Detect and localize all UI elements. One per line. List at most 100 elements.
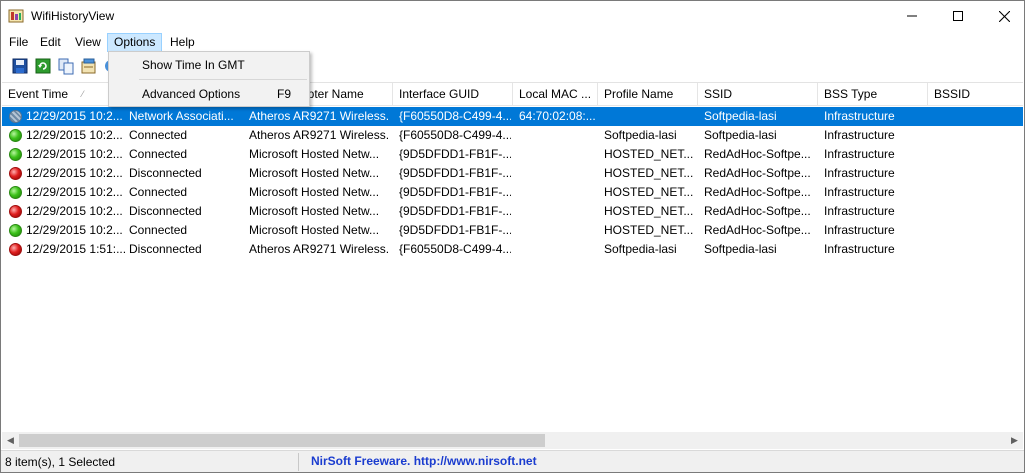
cell-ssid: RedAdHoc-Softpe... xyxy=(704,223,811,237)
cell-bssid xyxy=(934,145,1022,164)
column-header-bss-type[interactable]: BSS Type xyxy=(818,83,928,106)
scroll-right-icon[interactable]: ▶ xyxy=(1006,432,1023,449)
cell-profile-name: Softpedia-lasi xyxy=(604,128,677,142)
column-header-profile-name[interactable]: Profile Name xyxy=(598,83,698,106)
status-divider xyxy=(298,453,299,471)
menu-item-label: Advanced Options xyxy=(142,87,241,101)
table-row[interactable]: 12/29/2015 10:2... Network Associati... At… xyxy=(2,107,1023,126)
menu-bar: File Edit View Options Help xyxy=(1,32,1024,52)
cell-bss-type: Infrastructure xyxy=(824,185,895,199)
cell-event-type: Connected xyxy=(129,185,188,199)
options-dropdown-menu: Show Time In GMT Advanced Options F9 xyxy=(108,51,310,107)
cell-profile-name xyxy=(604,107,696,126)
cell-local-mac xyxy=(519,126,599,145)
app-window: WifiHistoryView File Edit View Options H… xyxy=(0,0,1025,473)
disconnected-status-icon xyxy=(9,167,22,180)
cell-profile-name: HOSTED_NET... xyxy=(604,223,694,237)
cell-profile-name: HOSTED_NET... xyxy=(604,147,694,161)
maximize-icon xyxy=(953,11,963,21)
cell-interface-guid: {9D5DFDD1-FB1F-... xyxy=(399,204,511,218)
cell-adapter-name: Microsoft Hosted Netw... xyxy=(249,166,380,180)
cell-bssid xyxy=(934,221,1022,240)
cell-event-time: 12/29/2015 10:2... xyxy=(26,223,123,237)
close-button[interactable] xyxy=(981,1,1025,31)
menu-options[interactable]: Options xyxy=(107,33,163,52)
title-bar[interactable]: WifiHistoryView xyxy=(1,1,1024,31)
cell-ssid: Softpedia-lasi xyxy=(704,242,777,256)
cell-event-type: Connected xyxy=(129,223,188,237)
cell-ssid: RedAdHoc-Softpe... xyxy=(704,166,811,180)
cell-adapter-name: Atheros AR9271 Wireless... xyxy=(249,128,389,142)
cell-event-time: 12/29/2015 10:2... xyxy=(26,147,123,161)
table-row[interactable]: 12/29/2015 10:2... Connected Microsoft Hos… xyxy=(2,183,1023,202)
cell-local-mac xyxy=(519,221,599,240)
cell-event-time: 12/29/2015 10:2... xyxy=(26,166,123,180)
scroll-left-icon[interactable]: ◀ xyxy=(2,432,19,449)
cell-interface-guid: {F60550D8-C499-4... xyxy=(399,109,511,123)
cell-event-time: 12/29/2015 10:2... xyxy=(26,109,123,123)
cell-adapter-name: Microsoft Hosted Netw... xyxy=(249,185,380,199)
table-row[interactable]: 12/29/2015 10:2... Connected Microsoft Hos… xyxy=(2,145,1023,164)
copy-icon[interactable] xyxy=(57,57,75,75)
status-bar: 8 item(s), 1 Selected NirSoft Freeware. … xyxy=(1,450,1024,472)
cell-ssid: RedAdHoc-Softpe... xyxy=(704,147,811,161)
column-header-local-mac[interactable]: Local MAC ... xyxy=(513,83,598,106)
table-row[interactable]: 12/29/2015 10:2... Connected Microsoft Hos… xyxy=(2,221,1023,240)
cell-event-type: Disconnected xyxy=(129,204,202,218)
table-row[interactable]: 12/29/2015 10:2... Disconnected Microsoft … xyxy=(2,164,1023,183)
column-header-event-time[interactable]: Event Time ⁄ xyxy=(2,83,123,106)
disconnected-status-icon xyxy=(9,205,22,218)
column-header-label: Event Time xyxy=(8,87,69,101)
properties-icon[interactable] xyxy=(80,57,98,75)
app-wifi-icon xyxy=(8,9,24,23)
cell-bss-type: Infrastructure xyxy=(824,166,895,180)
table-row[interactable]: 12/29/2015 10:2... Disconnected Microsoft … xyxy=(2,202,1023,221)
status-icon xyxy=(9,110,22,123)
column-header-ssid[interactable]: SSID xyxy=(698,83,818,106)
menu-view[interactable]: View xyxy=(69,33,107,52)
cell-event-time: 12/29/2015 10:2... xyxy=(26,204,123,218)
nirsoft-link[interactable]: NirSoft Freeware. http://www.nirsoft.net xyxy=(311,454,537,468)
menu-help[interactable]: Help xyxy=(164,33,201,52)
minimize-button[interactable] xyxy=(889,1,935,31)
cell-adapter-name: Atheros AR9271 Wireless... xyxy=(249,242,389,256)
close-icon xyxy=(998,10,1010,22)
column-header-bssid[interactable]: BSSID xyxy=(928,83,1023,106)
menu-item-advanced-options[interactable]: Advanced Options F9 xyxy=(109,83,309,105)
cell-bss-type: Infrastructure xyxy=(824,223,895,237)
table-row[interactable]: 12/29/2015 1:51:... Disconnected Atheros A… xyxy=(2,240,1023,259)
cell-bssid xyxy=(934,107,1022,126)
cell-bssid xyxy=(934,164,1022,183)
event-list[interactable]: Event Time ⁄ apter Name Interface GUID L… xyxy=(2,82,1023,432)
cell-interface-guid: {9D5DFDD1-FB1F-... xyxy=(399,166,511,180)
table-row[interactable]: 12/29/2015 10:2... Connected Atheros AR927… xyxy=(2,126,1023,145)
cell-local-mac xyxy=(519,183,599,202)
cell-adapter-name: Microsoft Hosted Netw... xyxy=(249,223,380,237)
cell-event-time: 12/29/2015 1:51:... xyxy=(26,242,126,256)
save-icon[interactable] xyxy=(11,57,29,75)
connected-status-icon xyxy=(9,148,22,161)
cell-profile-name: Softpedia-lasi xyxy=(604,242,677,256)
column-header-interface-guid[interactable]: Interface GUID xyxy=(393,83,513,106)
connected-status-icon xyxy=(9,129,22,142)
menu-file[interactable]: File xyxy=(3,33,34,52)
cell-adapter-name: Atheros AR9271 Wireless... xyxy=(249,109,389,123)
scrollbar-thumb[interactable] xyxy=(19,434,545,447)
connected-status-icon xyxy=(9,186,22,199)
menu-edit[interactable]: Edit xyxy=(34,33,67,52)
cell-bssid xyxy=(934,183,1022,202)
cell-bss-type: Infrastructure xyxy=(824,204,895,218)
cell-ssid: Softpedia-lasi xyxy=(704,109,777,123)
cell-ssid: Softpedia-lasi xyxy=(704,128,777,142)
cell-bssid xyxy=(934,126,1022,145)
cell-local-mac: 64:70:02:08:... xyxy=(519,109,596,123)
cell-interface-guid: {9D5DFDD1-FB1F-... xyxy=(399,223,511,237)
horizontal-scrollbar[interactable]: ◀ ▶ xyxy=(2,432,1023,449)
menu-item-show-time-in-gmt[interactable]: Show Time In GMT xyxy=(109,54,309,76)
cell-interface-guid: {F60550D8-C499-4... xyxy=(399,128,511,142)
cell-event-time: 12/29/2015 10:2... xyxy=(26,185,123,199)
refresh-icon[interactable] xyxy=(34,57,52,75)
cell-local-mac xyxy=(519,202,599,221)
cell-bssid xyxy=(934,240,1022,259)
maximize-button[interactable] xyxy=(935,1,981,31)
